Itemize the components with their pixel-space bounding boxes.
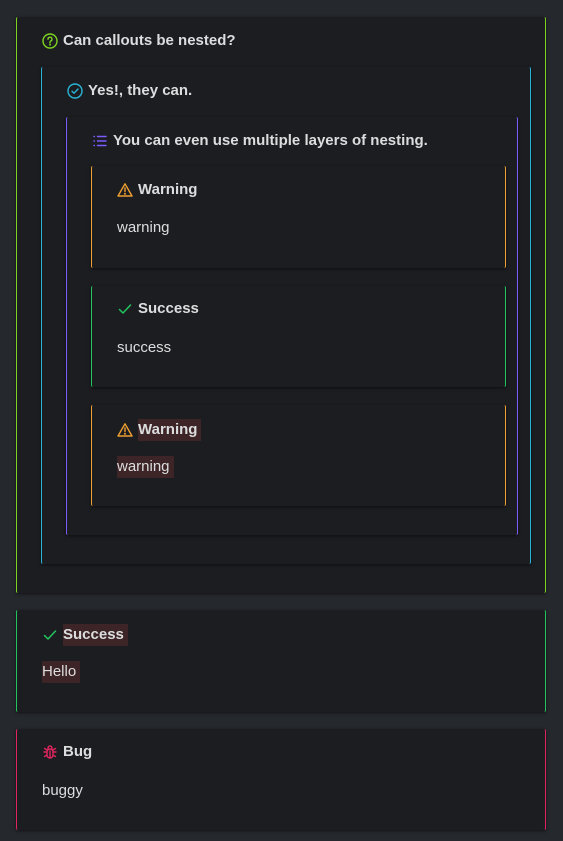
callout-success-1: Success success (91, 286, 506, 387)
callout-success-2-body-wrap: Hello (42, 661, 81, 683)
callout-warning-1-title-text: Warning (138, 181, 198, 198)
callout-bug-title-text: Bug (63, 743, 93, 760)
callout-warning-2-body-wrap: warning (117, 456, 174, 478)
callout-success-2-body: Hello (42, 661, 81, 683)
callout-success-1-body: success (117, 339, 172, 356)
callout-warning-2: Warning warning (91, 405, 506, 506)
callout-question-title-text: Can callouts be nested? (63, 32, 236, 49)
callout-success-2-title[interactable]: Success (42, 624, 128, 646)
callout-success-1-title-text: Success (138, 300, 199, 317)
callout-bug-title[interactable]: Bug (42, 743, 92, 760)
callout-question-title[interactable]: Can callouts be nested? (42, 32, 236, 49)
callout-success-2: Success Hello (16, 610, 546, 712)
callout-nesting-title-text: You can even use multiple layers of nest… (113, 132, 428, 149)
callout-success-2-title-text: Success (63, 624, 128, 646)
callout-warning-1: Warning warning (91, 166, 506, 268)
callout-bug: Bug buggy (16, 729, 546, 830)
bug-icon (42, 744, 58, 760)
list-icon (92, 133, 108, 149)
callout-warning-2-title[interactable]: Warning (117, 419, 202, 441)
check-icon (42, 627, 58, 643)
warning-triangle-icon (117, 422, 133, 438)
check-circle-icon (67, 82, 83, 99)
warning-triangle-icon (117, 182, 133, 198)
check-icon (117, 301, 133, 317)
callout-bug-body: buggy (42, 782, 83, 799)
callout-yes-title[interactable]: Yes!, they can. (67, 82, 192, 99)
page: Can callouts be nested? Yes!, they can. (0, 0, 563, 841)
callout-warning-2-title-text: Warning (138, 419, 202, 441)
callout-yes-title-text: Yes!, they can. (88, 82, 193, 99)
callout-warning-2-body: warning (117, 456, 174, 478)
callout-warning-1-title[interactable]: Warning (117, 181, 197, 198)
callout-nesting-title[interactable]: You can even use multiple layers of nest… (92, 132, 428, 149)
callout-success-1-title[interactable]: Success (117, 300, 199, 317)
question-circle-icon (42, 32, 58, 49)
callout-warning-1-body: warning (117, 219, 170, 236)
